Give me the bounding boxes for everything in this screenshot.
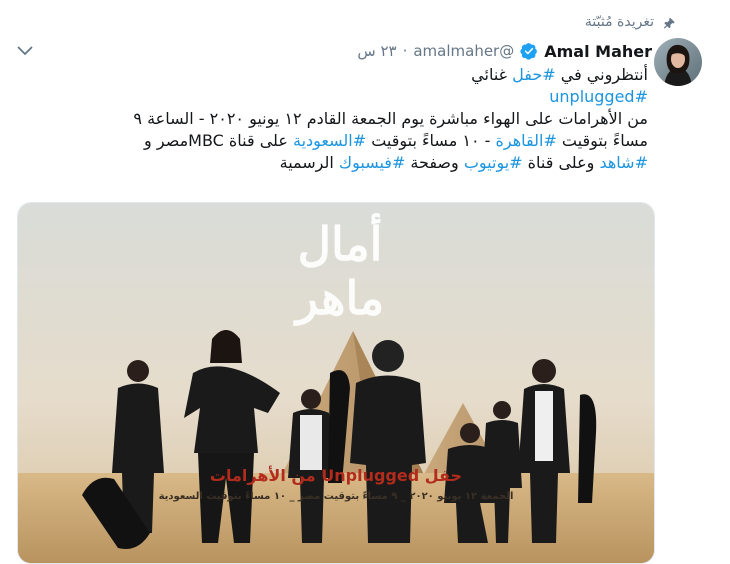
tweet-timestamp[interactable]: ٢٣ س bbox=[357, 42, 396, 60]
text-segment: غنائي bbox=[471, 65, 513, 84]
hashtag-link[interactable]: #unplugged bbox=[549, 87, 648, 106]
text-segment: مساءً بتوقيت bbox=[556, 131, 648, 150]
hashtag-link[interactable]: #القاهرة bbox=[496, 131, 557, 150]
text-segment: أنتظروني في bbox=[555, 65, 648, 84]
tweet-line-3: من الأهرامات على الهواء مباشرة يوم الجمع… bbox=[133, 109, 648, 128]
tweet-line-5: #شاهد وعلى قناة #يوتيوب وصفحة #فيسبوك ال… bbox=[52, 152, 648, 174]
tweet-text: أنتظروني في #حفل غنائي #unplugged من الأ… bbox=[52, 64, 648, 174]
author-handle[interactable]: @amalmaher bbox=[413, 42, 514, 60]
text-segment: وعلى قناة bbox=[522, 153, 600, 172]
poster-date: الجمعة ١٢ يونيو ٢٠٢٠ _ ٩ مساءً بتوقيت مص… bbox=[158, 491, 514, 502]
tweet-menu-button[interactable] bbox=[13, 40, 37, 60]
avatar[interactable] bbox=[654, 38, 702, 86]
tweet-line-4: مساءً بتوقيت #القاهرة - ١٠ مساءً بتوقيت … bbox=[52, 130, 648, 152]
hashtag-link[interactable]: #السعودية bbox=[293, 131, 366, 150]
header-separator: · bbox=[402, 42, 408, 60]
hashtag-link[interactable]: #فيسبوك bbox=[339, 153, 405, 172]
hashtag-link[interactable]: #يوتيوب bbox=[464, 153, 523, 172]
poster-logo: أمال ماهر bbox=[295, 217, 385, 325]
verified-badge-icon bbox=[520, 42, 538, 60]
tweet-media-image[interactable]: أمال ماهر حفل Unplugged من الأهرامات الج… bbox=[17, 202, 655, 564]
pin-icon bbox=[662, 15, 676, 29]
text-segment: على قناة MBCمصر و bbox=[144, 131, 293, 150]
hashtag-link[interactable]: #شاهد bbox=[599, 153, 648, 172]
poster-title: حفل Unplugged من الأهرامات bbox=[209, 466, 463, 485]
pinned-label: تغريدة مُثبّتة bbox=[584, 14, 654, 30]
author-name[interactable]: Amal Maher bbox=[544, 42, 652, 61]
pinned-indicator: تغريدة مُثبّتة bbox=[585, 11, 676, 33]
tweet-line-2: #unplugged bbox=[52, 86, 648, 108]
text-segment: وصفحة bbox=[405, 153, 464, 172]
chevron-down-icon bbox=[17, 41, 33, 60]
text-segment: الرسمية bbox=[279, 153, 339, 172]
text-segment: - ١٠ مساءً بتوقيت bbox=[366, 131, 496, 150]
tweet-line-1: أنتظروني في #حفل غنائي bbox=[52, 64, 648, 86]
tweet-header: Amal Maher @amalmaher · ٢٣ س bbox=[357, 39, 652, 63]
hashtag-link[interactable]: #حفل bbox=[512, 65, 556, 84]
